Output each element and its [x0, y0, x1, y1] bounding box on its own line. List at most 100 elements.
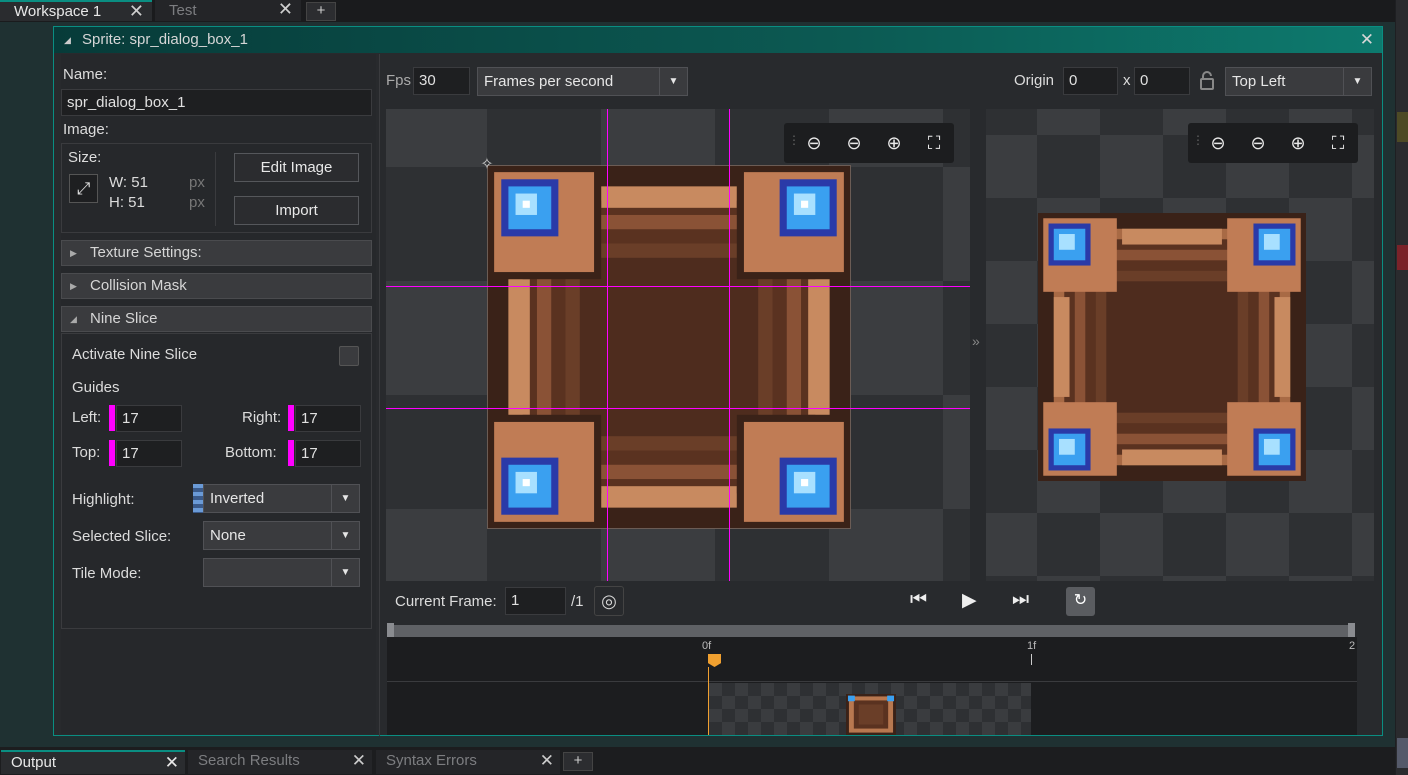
edit-image-button[interactable]: Edit Image	[234, 153, 359, 182]
add-workspace-button[interactable]: +	[306, 2, 336, 21]
selected-slice-dropdown[interactable]: None ▼	[203, 521, 360, 550]
preview-zoom-toolbar: ⋮ ⊖ ⊖ ⊕ ⛶	[1188, 123, 1358, 163]
origin-mode-dropdown[interactable]: Top Left ▼	[1225, 67, 1372, 96]
right-guide-line[interactable]	[729, 109, 730, 581]
collision-mask-label: Collision Mask	[90, 277, 187, 294]
right-guide-field[interactable]: 17	[295, 405, 361, 432]
fps-mode-value: Frames per second	[484, 73, 614, 90]
workspace-tab-bar: Workspace 1 ✕ Test ✕ +	[0, 0, 1395, 22]
guides-label: Guides	[72, 379, 120, 396]
fullscreen-icon[interactable]: ⛶	[1323, 128, 1353, 158]
skip-to-start-icon[interactable]: ⏮	[910, 589, 927, 611]
expand-icon: ▶	[70, 248, 77, 258]
loop-icon[interactable]: ↻	[1066, 587, 1095, 616]
preview-canvas[interactable]: ⋮ ⊖ ⊖ ⊕ ⛶	[986, 109, 1374, 581]
syntax-errors-tab-label: Syntax Errors	[386, 752, 477, 769]
zoom-in-icon[interactable]: ⊕	[879, 128, 909, 158]
highlight-dropdown[interactable]: Inverted ▼	[203, 484, 360, 513]
chevron-down-icon: ▼	[331, 522, 359, 549]
collision-mask-section[interactable]: ▶ Collision Mask	[61, 273, 372, 299]
close-icon[interactable]: ✕	[129, 2, 144, 21]
fps-field[interactable]: 30	[413, 67, 470, 95]
left-guide-label: Left:	[72, 409, 102, 426]
sprite-editor-window: ◢ Sprite: spr_dialog_box_1 ✕ Name: spr_d…	[53, 26, 1383, 736]
fps-mode-dropdown[interactable]: Frames per second ▼	[477, 67, 688, 96]
zoom-reset-icon[interactable]: ⊖	[1243, 128, 1273, 158]
tick-label: 2	[1349, 640, 1356, 652]
highlight-value: Inverted	[210, 490, 265, 507]
zoom-out-icon[interactable]: ⊖	[799, 128, 829, 158]
top-guide-field[interactable]: 17	[116, 440, 182, 467]
workspace-tab-1[interactable]: Workspace 1 ✕	[0, 0, 152, 21]
image-label: Image:	[63, 121, 109, 138]
close-icon[interactable]: ✕	[278, 0, 293, 19]
name-label: Name:	[63, 66, 108, 83]
properties-panel: Name: spr_dialog_box_1 Image: Size: ⤢ W:…	[61, 54, 376, 734]
workspace-tab-2-label: Test	[169, 2, 197, 19]
origin-y-field[interactable]: 0	[1134, 67, 1190, 95]
playhead[interactable]	[708, 654, 721, 667]
close-icon[interactable]: ✕	[540, 750, 554, 772]
bottom-panel-tabs: Output ✕ Search Results ✕ Syntax Errors …	[0, 747, 1395, 775]
chevron-down-icon: ▼	[1343, 68, 1371, 95]
sprite-canvas[interactable]: ✧ ⋮ ⊖ ⊖ ⊕ ⛶	[386, 109, 970, 581]
search-results-tab-label: Search Results	[198, 752, 300, 769]
highlight-color-swatch[interactable]	[193, 484, 203, 513]
right-side-strip	[1396, 0, 1408, 775]
preview-sprite	[1038, 213, 1306, 481]
canvas-zoom-toolbar: ⋮ ⊖ ⊖ ⊕ ⛶	[784, 123, 954, 163]
collapse-icon[interactable]: ◢	[64, 27, 71, 53]
width-value: W: 51	[109, 174, 148, 191]
strip-marker	[1397, 738, 1408, 768]
import-button[interactable]: Import	[234, 196, 359, 225]
chevron-down-icon: ▼	[331, 485, 359, 512]
window-title-bar[interactable]: ◢ Sprite: spr_dialog_box_1 ✕	[54, 27, 1382, 53]
tile-mode-dropdown[interactable]: ▼	[203, 558, 360, 587]
onion-skin-icon[interactable]: ◎	[594, 586, 624, 616]
expander-icon[interactable]: »	[972, 333, 980, 349]
name-field[interactable]: spr_dialog_box_1	[61, 89, 372, 116]
origin-crosshair-icon[interactable]: ✧	[478, 156, 496, 174]
zoom-in-icon[interactable]: ⊕	[1283, 128, 1313, 158]
tick-label: 0f	[702, 640, 712, 652]
tile-mode-label: Tile Mode:	[72, 565, 142, 582]
add-panel-tab-button[interactable]: +	[563, 752, 593, 771]
top-guide-label: Top:	[72, 444, 101, 461]
bottom-guide-label: Bottom:	[225, 444, 277, 461]
syntax-errors-tab[interactable]: Syntax Errors ✕	[376, 750, 560, 774]
activate-nine-slice-checkbox[interactable]	[339, 346, 359, 366]
left-guide-color	[109, 405, 115, 431]
selected-slice-label: Selected Slice:	[72, 528, 172, 545]
bottom-guide-line[interactable]	[386, 408, 970, 409]
search-results-tab[interactable]: Search Results ✕	[188, 750, 372, 774]
bottom-guide-field[interactable]: 17	[295, 440, 361, 467]
left-guide-field[interactable]: 17	[116, 405, 182, 432]
workspace-tab-2[interactable]: Test ✕	[155, 0, 301, 21]
zoom-out-icon[interactable]: ⊖	[1203, 128, 1233, 158]
timeline-scrubber[interactable]	[390, 625, 1354, 637]
texture-settings-section[interactable]: ▶ Texture Settings:	[61, 240, 372, 266]
chevron-down-icon: ▼	[331, 559, 359, 586]
fullscreen-icon[interactable]: ⛶	[919, 128, 949, 158]
play-icon[interactable]: ▶	[962, 589, 977, 612]
sprite-bounds	[487, 165, 851, 529]
left-guide-line[interactable]	[607, 109, 608, 581]
px-unit: px	[189, 194, 205, 211]
timeline-divider	[387, 681, 1357, 682]
window-title: Sprite: spr_dialog_box_1	[82, 31, 248, 48]
close-icon[interactable]: ✕	[165, 752, 179, 774]
close-icon[interactable]: ✕	[1360, 27, 1374, 53]
image-group: Size: ⤢ W: 51 H: 51 px px Edit Image Imp…	[61, 143, 372, 233]
zoom-reset-icon[interactable]: ⊖	[839, 128, 869, 158]
resize-icon[interactable]: ⤢	[69, 174, 98, 203]
current-frame-field[interactable]: 1	[505, 587, 566, 615]
px-unit: px	[189, 174, 205, 191]
output-tab[interactable]: Output ✕	[1, 750, 185, 774]
skip-to-end-icon[interactable]: ⏭	[1012, 589, 1029, 611]
close-icon[interactable]: ✕	[352, 750, 366, 772]
nine-slice-section[interactable]: ◢ Nine Slice	[61, 306, 372, 332]
lock-icon[interactable]	[1197, 69, 1217, 93]
top-guide-line[interactable]	[386, 286, 970, 287]
origin-x-field[interactable]: 0	[1063, 67, 1118, 95]
output-tab-label: Output	[11, 754, 57, 771]
